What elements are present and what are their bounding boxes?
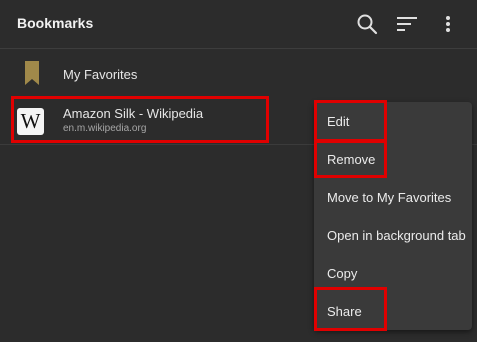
sort-icon[interactable] — [395, 12, 419, 36]
my-favorites-folder[interactable]: My Favorites — [0, 50, 477, 96]
bookmark-icon — [25, 61, 39, 90]
edit-highlight-box — [314, 100, 387, 142]
menu-item-open-background-tab[interactable]: Open in background tab — [314, 217, 472, 255]
remove-highlight-box — [314, 140, 387, 178]
search-icon[interactable] — [355, 12, 379, 36]
menu-item-move-to-favorites[interactable]: Move to My Favorites — [314, 179, 472, 217]
bookmark-highlight-box — [11, 96, 269, 143]
more-vert-icon[interactable] — [436, 12, 460, 36]
page-title: Bookmarks — [17, 15, 94, 31]
share-highlight-box — [314, 287, 387, 331]
app-header: Bookmarks — [0, 0, 477, 49]
favorites-label: My Favorites — [63, 67, 138, 82]
